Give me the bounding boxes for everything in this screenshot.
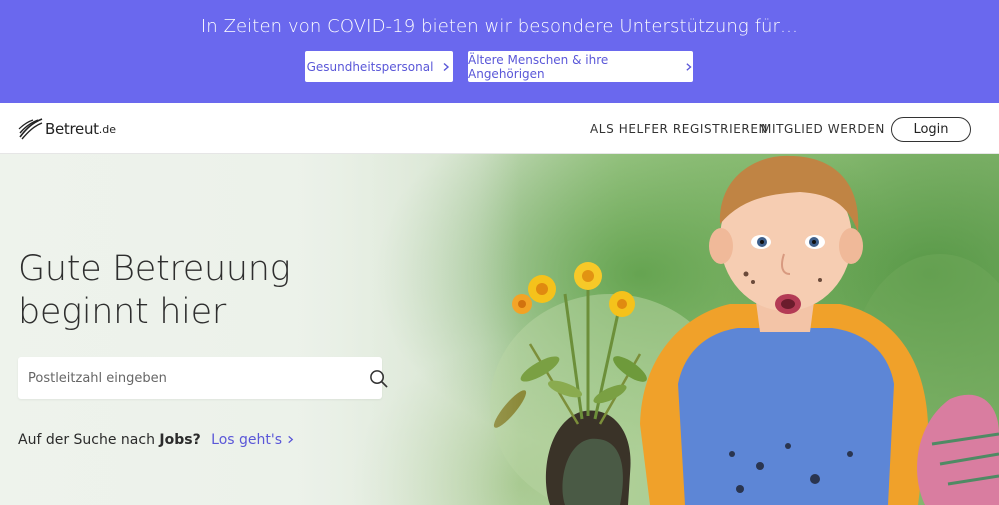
search-icon[interactable] <box>369 369 388 388</box>
become-member-link[interactable]: MITGLIED WERDEN <box>761 122 885 136</box>
jobs-link-label: Los geht's <box>211 432 283 448</box>
register-helper-link[interactable]: ALS HELFER REGISTRIEREN <box>590 122 768 136</box>
site-header: Betreut .de ALS HELFER REGISTRIEREN MITGL… <box>0 103 999 154</box>
chevron-right-icon <box>288 435 294 444</box>
covid-banner: In Zeiten von COVID-19 bieten wir besond… <box>0 0 999 103</box>
elderly-people-label: Ältere Menschen & ihre Angehörigen <box>468 52 609 81</box>
jobs-word: Jobs? <box>159 432 201 448</box>
jobs-prefix: Auf der Suche nach <box>18 432 155 448</box>
healthcare-staff-button[interactable]: Gesundheitspersonal <box>305 51 453 82</box>
banner-title: In Zeiten von COVID-19 bieten wir besond… <box>200 16 799 37</box>
betreut-logo[interactable]: Betreut .de <box>18 117 116 141</box>
healthcare-staff-label: Gesundheitspersonal <box>306 59 434 74</box>
chevron-right-icon <box>443 62 450 71</box>
hero-child-image <box>490 155 999 505</box>
logo-swoosh-icon <box>18 118 43 140</box>
hero-title: Gute Betreuung beginnt hier <box>18 248 338 334</box>
postcode-search-box <box>18 357 388 399</box>
login-button[interactable]: Login <box>891 117 971 142</box>
hero-title-line1: Gute Betreuung <box>18 249 291 289</box>
chevron-right-icon <box>685 62 692 71</box>
jobs-prompt: Auf der Suche nach Jobs? Los geht's <box>18 432 295 448</box>
jobs-link[interactable]: Los geht's <box>211 432 295 448</box>
logo-text: Betreut <box>45 120 99 138</box>
elderly-people-button[interactable]: Ältere Menschen & ihre Angehörigen <box>468 51 693 82</box>
hero-title-line2: beginnt hier <box>18 292 226 332</box>
hero-section: Gute Betreuung beginnt hier Auf der Such… <box>0 154 999 505</box>
postcode-input[interactable] <box>18 357 338 399</box>
logo-tld: .de <box>98 122 117 136</box>
